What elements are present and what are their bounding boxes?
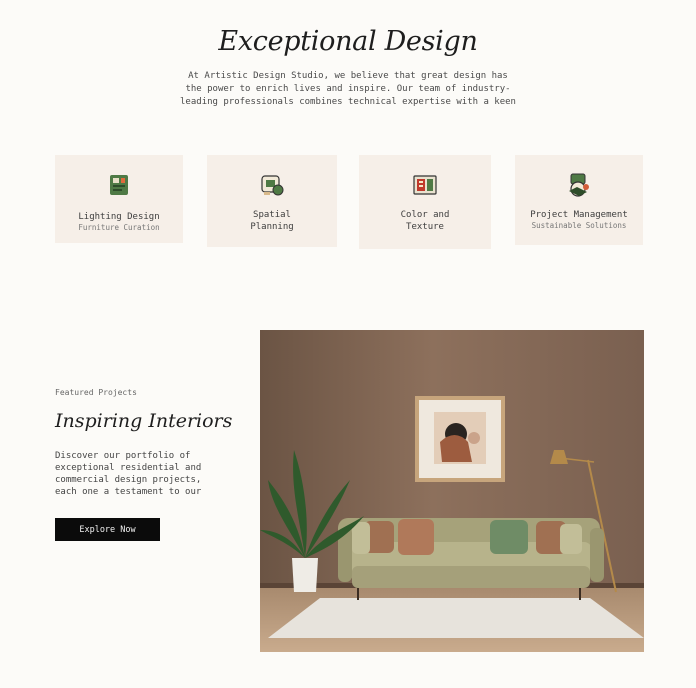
service-card-spatial[interactable]: Spatial Planning [207,155,337,247]
section-eyebrow: Featured Projects [55,388,137,397]
service-title: Lighting Design [78,212,160,222]
service-title: Spatial Planning [250,210,294,232]
service-card-lighting[interactable]: Lighting Design Furniture Curation [55,155,183,243]
service-card-project-management[interactable]: Project Management Sustainable Solutions [515,155,643,245]
section-heading: Inspiring Interiors [55,410,233,432]
section-description: Discover our portfolio of exceptional re… [55,451,202,497]
section-title: Exceptional Design [218,26,478,57]
featured-project-image [260,330,644,652]
service-title: Color and Texture [400,210,450,232]
explore-now-button[interactable]: Explore Now [55,518,160,541]
color-texture-icon [413,175,437,195]
project-management-icon [569,173,589,197]
intro-paragraph: At Artistic Design Studio, we believe th… [180,71,516,107]
service-subtitle: Sustainable Solutions [531,221,627,230]
spatial-planning-icon [261,175,284,196]
service-title: Project Management [530,210,628,220]
service-subtitle: Furniture Curation [78,223,160,232]
service-card-color-texture[interactable]: Color and Texture [359,155,491,249]
lighting-icon [110,175,128,195]
